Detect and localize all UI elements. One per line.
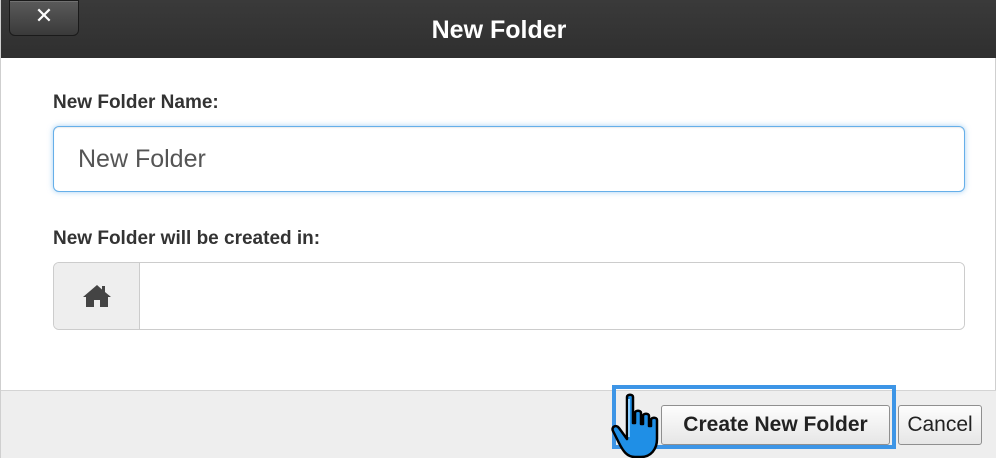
home-icon	[82, 285, 111, 307]
folder-location-group	[53, 262, 965, 330]
close-button[interactable]: ✕	[9, 0, 79, 36]
new-folder-dialog: New Folder ✕ New Folder Name: New Folder…	[0, 0, 996, 458]
home-addon	[54, 263, 140, 329]
folder-location-label: New Folder will be created in:	[53, 228, 321, 249]
folder-name-label: New Folder Name:	[53, 92, 219, 113]
create-folder-button[interactable]: Create New Folder	[661, 405, 890, 445]
close-icon: ✕	[34, 3, 54, 28]
folder-name-input[interactable]	[53, 126, 965, 192]
dialog-titlebar: New Folder ✕	[1, 0, 996, 58]
folder-location-input[interactable]	[140, 263, 964, 329]
dialog-title: New Folder	[431, 16, 567, 44]
cancel-button[interactable]: Cancel	[898, 405, 982, 445]
